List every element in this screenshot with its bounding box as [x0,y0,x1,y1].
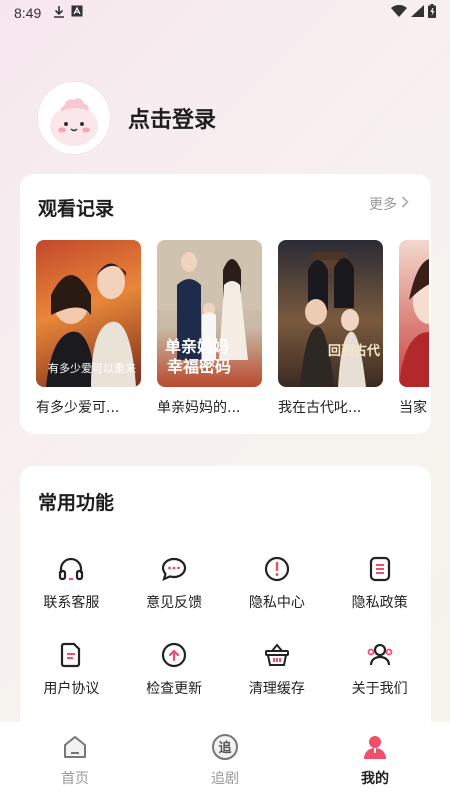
func-check-update[interactable]: 检查更新 [123,640,226,698]
watch-history-card: 观看记录 更多 有多少爱可以重来 有多少爱可... 单亲妈妈 幸福密码 单亲妈妈… [20,174,431,434]
nav-home[interactable]: 首页 [20,732,130,788]
more-label: 更多 [369,197,397,213]
follow-icon: 追 [210,732,240,762]
func-label: 用户协议 [43,681,100,697]
func-label: 隐私中心 [248,595,305,611]
nav-label: 首页 [61,771,89,787]
poster-image[interactable]: 回到古代 [278,240,383,387]
func-about-us[interactable]: 关于我们 [328,640,431,698]
poster-title: 我在古代叱... [278,400,362,416]
poster-caption: 单亲妈妈 [165,337,229,356]
history-item[interactable]: 当家 [399,240,429,420]
history-item[interactable]: 单亲妈妈 幸福密码 单亲妈妈的... [157,240,262,420]
poster-caption: 有多少爱可以重来 [48,361,136,375]
poster-title: 当家 [399,400,427,416]
func-label: 检查更新 [146,681,203,697]
basket-icon [262,640,292,670]
poster-image[interactable]: 单亲妈妈 幸福密码 [157,240,262,387]
history-item[interactable]: 回到古代 我在古代叱... [278,240,383,420]
func-label: 联系客服 [43,595,100,611]
func-privacy-policy[interactable]: 隐私政策 [328,554,431,612]
nav-profile[interactable]: 我的 [320,732,430,788]
poster-image[interactable] [399,240,429,387]
bottom-nav: 首页 追 追剧 我的 [0,722,450,800]
headset-icon [56,554,86,584]
profile-header[interactable]: 点击登录 [38,82,216,154]
login-button[interactable]: 点击登录 [128,102,216,134]
signal-icon [411,5,424,21]
users-icon [365,640,395,670]
download-icon [53,5,65,22]
battery-icon [428,4,436,22]
func-label: 关于我们 [351,681,408,697]
func-label: 意见反馈 [146,595,203,611]
follow-icon-text: 追 [218,740,232,756]
poster-caption: 回到古代 [328,343,380,359]
history-list: 有多少爱可以重来 有多少爱可... 单亲妈妈 幸福密码 单亲妈妈的... 回到古… [36,240,429,420]
func-label: 清理缓存 [248,681,305,697]
app-notification-icon [71,5,83,21]
nav-follow[interactable]: 追 追剧 [170,732,280,788]
functions-title: 常用功能 [38,492,115,514]
nav-label: 我的 [361,771,389,787]
avatar[interactable] [38,82,110,154]
history-item[interactable]: 有多少爱可以重来 有多少爱可... [36,240,141,420]
poster-image[interactable]: 有多少爱可以重来 [36,240,141,387]
history-title: 观看记录 [38,198,115,220]
func-contact-support[interactable]: 联系客服 [20,554,123,612]
exclamation-circle-icon [262,554,292,584]
nav-label: 追剧 [211,771,239,787]
status-time: 8:49 [14,5,42,21]
func-privacy-center[interactable]: 隐私中心 [226,554,329,612]
profile-icon [360,732,390,762]
upload-arrow-icon [159,640,189,670]
poster-title: 有多少爱可... [36,400,120,416]
wifi-icon [391,4,407,21]
func-label: 隐私政策 [351,595,408,611]
func-clear-cache[interactable]: 清理缓存 [226,640,329,698]
func-user-agreement[interactable]: 用户协议 [20,640,123,698]
common-functions-card: 常用功能 联系客服 意见反馈 隐私中心 隐私政策 用户协议 检查更新 清理缓存 … [20,466,431,736]
chat-bubble-icon [159,554,189,584]
home-icon [60,732,90,762]
document-list-icon [365,554,395,584]
poster-caption: 幸福密码 [167,357,231,376]
agreement-doc-icon [56,640,86,670]
more-button[interactable]: 更多 [369,194,409,214]
functions-grid: 联系客服 意见反馈 隐私中心 隐私政策 用户协议 检查更新 清理缓存 关于我们 [20,554,431,698]
func-feedback[interactable]: 意见反馈 [123,554,226,612]
poster-title: 单亲妈妈的... [157,400,241,416]
chevron-right-icon [401,196,409,212]
status-bar: 8:49 [0,0,450,26]
